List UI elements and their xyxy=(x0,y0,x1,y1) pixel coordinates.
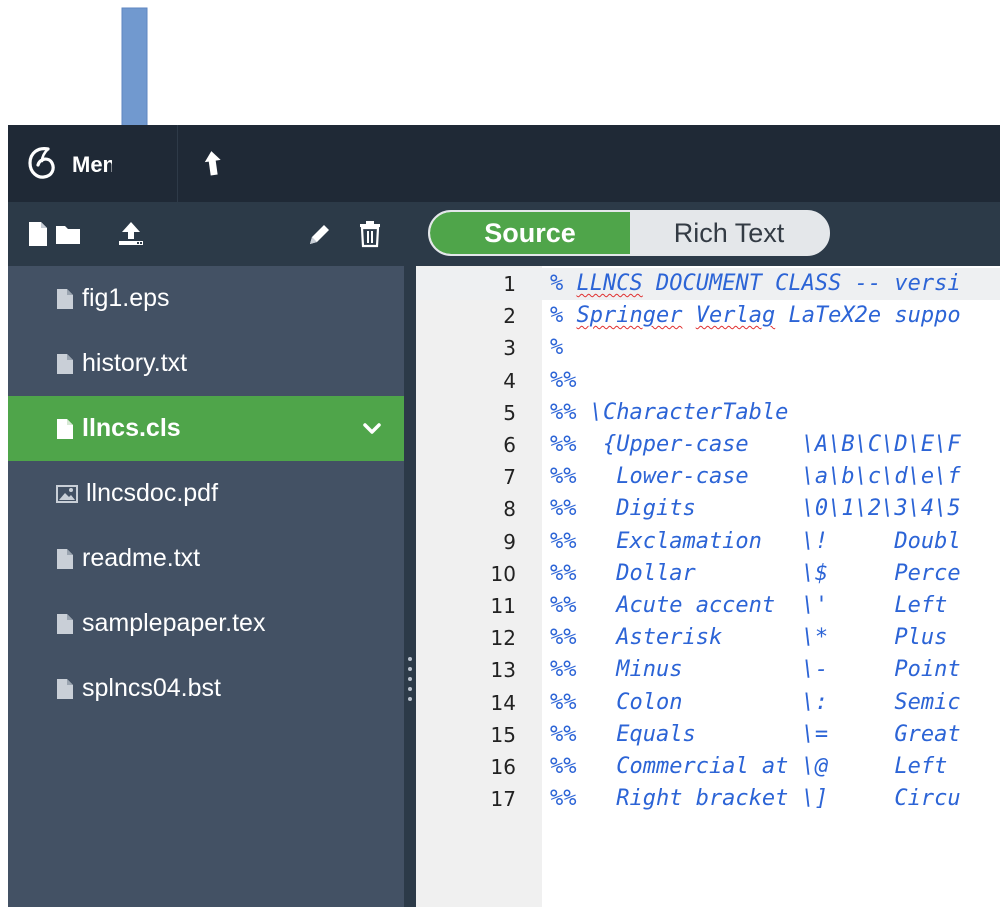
top-header: Menu xyxy=(8,125,1000,202)
new-file-icon[interactable] xyxy=(26,220,50,248)
code-line[interactable]: 17 %% Right bracket \] Circu xyxy=(416,783,1000,815)
upload-icon[interactable] xyxy=(116,220,146,248)
file-name: history.txt xyxy=(82,349,188,377)
file-item-samplepaper-tex[interactable]: samplepaper.tex xyxy=(8,591,404,656)
file-name: llncsdoc.pdf xyxy=(86,479,219,507)
line-number: 3 xyxy=(503,336,516,361)
line-number: 17 xyxy=(490,787,516,812)
image-icon xyxy=(56,484,78,503)
code-line[interactable]: 2 % Springer Verlag LaTeX2e suppo xyxy=(416,300,1000,332)
file-icon xyxy=(57,353,73,374)
menu-button[interactable]: Menu xyxy=(8,125,178,202)
code-text: %% Minus \- Point xyxy=(550,657,961,683)
code-line[interactable]: 7 %% Lower-case \a\b\c\d\e\f xyxy=(416,461,1000,493)
file-name: llncs.cls xyxy=(82,414,181,442)
file-icon xyxy=(57,288,73,309)
file-item-llncs-cls[interactable]: llncs.cls xyxy=(8,396,404,461)
line-number: 15 xyxy=(490,722,516,747)
overleaf-logo-icon xyxy=(28,147,55,179)
line-number: 5 xyxy=(503,400,516,425)
rich-text-mode-button[interactable]: Rich Text xyxy=(630,212,828,254)
file-name: fig1.eps xyxy=(82,284,170,312)
code-text: % xyxy=(550,335,564,361)
file-name: samplepaper.tex xyxy=(82,609,266,637)
line-number: 4 xyxy=(503,368,516,393)
file-name: readme.txt xyxy=(82,544,201,572)
code-text: %% Lower-case \a\b\c\d\e\f xyxy=(550,464,961,490)
code-line[interactable]: 9 %% Exclamation \! Doubl xyxy=(416,526,1000,558)
code-line[interactable]: 8 %% Digits \0\1\2\3\4\5 xyxy=(416,493,1000,525)
code-line[interactable]: 3% xyxy=(416,332,1000,364)
line-number: 11 xyxy=(490,594,516,618)
line-number: 6 xyxy=(503,433,516,457)
code-line[interactable]: 10 %% Dollar \$ Perce xyxy=(416,558,1000,590)
code-line[interactable]: 6 %% {Upper-case \A\B\C\D\E\F xyxy=(416,429,1000,461)
line-number: 12 xyxy=(490,626,516,651)
code-line[interactable]: 1 % LLNCS DOCUMENT CLASS -- versi xyxy=(416,268,1000,301)
code-text: % LLNCS DOCUMENT CLASS -- versi xyxy=(550,271,961,296)
code-text: %% xyxy=(550,367,577,393)
file-item-history-txt[interactable]: history.txt xyxy=(8,331,404,396)
code-line[interactable]: 14 %% Colon \: Semic xyxy=(416,687,1000,719)
rename-icon[interactable] xyxy=(306,220,330,248)
line-number: 7 xyxy=(503,465,516,490)
editor-toolbar: Source Rich Text xyxy=(416,202,1000,266)
menu-label: Menu xyxy=(72,152,112,177)
code-line[interactable]: 16 %% Commercial at \@ Left xyxy=(416,751,1000,783)
code-line[interactable]: 11 %% Acute accent \' Left xyxy=(416,590,1000,622)
code-text: %% {Upper-case \A\B\C\D\E\F xyxy=(550,432,961,457)
line-number: 10 xyxy=(490,561,516,586)
code-text: %% Commercial at \@ Left xyxy=(550,754,961,779)
file-list: fig1.eps history.txt llncs.cls llncsdoc.… xyxy=(8,266,404,721)
line-number: 9 xyxy=(503,529,516,554)
code-line[interactable]: 13 %% Minus \- Point xyxy=(416,654,1000,686)
source-mode-button[interactable]: Source xyxy=(430,212,630,254)
code-text: %% Exclamation \! Doubl xyxy=(550,528,961,554)
code-line[interactable]: 5 %% \CharacterTable xyxy=(416,397,1000,429)
file-item-fig1-eps[interactable]: fig1.eps xyxy=(8,266,404,331)
line-number: 14 xyxy=(490,690,516,715)
code-text: %% Equals \= Great xyxy=(550,721,961,747)
file-icon xyxy=(57,548,73,569)
editor-mode-toggle: Source Rich Text xyxy=(428,210,830,256)
code-text: %% Digits \0\1\2\3\4\5 xyxy=(550,496,961,522)
file-icon xyxy=(57,678,73,699)
code-text: %% \CharacterTable xyxy=(550,399,789,425)
file-icon xyxy=(57,613,73,634)
drag-dots-icon xyxy=(408,657,412,707)
code-text: %% Asterisk \* Plus xyxy=(550,625,961,651)
code-line[interactable]: 15 %% Equals \= Great xyxy=(416,719,1000,751)
file-tree-toolbar xyxy=(8,202,404,266)
code-text: %% Acute accent \' Left xyxy=(550,593,961,618)
file-item-splncs04-bst[interactable]: splncs04.bst xyxy=(8,656,404,721)
up-arrow-icon[interactable] xyxy=(202,147,224,179)
file-item-llncsdoc-pdf[interactable]: llncsdoc.pdf xyxy=(8,461,404,526)
code-line[interactable]: 4%% xyxy=(416,365,1000,397)
line-number: 16 xyxy=(490,755,516,779)
file-name: splncs04.bst xyxy=(82,674,221,702)
code-line[interactable]: 12 %% Asterisk \* Plus xyxy=(416,622,1000,654)
line-number: 8 xyxy=(503,497,516,522)
code-text: %% Dollar \$ Perce xyxy=(550,560,961,586)
file-tree-panel: fig1.eps history.txt llncs.cls llncsdoc.… xyxy=(8,202,404,907)
delete-icon[interactable] xyxy=(358,220,382,248)
code-text: % Springer Verlag LaTeX2e suppo xyxy=(550,303,961,329)
code-editor[interactable]: 1 % LLNCS DOCUMENT CLASS -- versi 2 % Sprin… xyxy=(416,266,1000,907)
line-number: 13 xyxy=(490,658,516,683)
chevron-down-icon[interactable] xyxy=(362,419,382,439)
code-text: %% Right bracket \] Circu xyxy=(550,786,961,812)
new-folder-icon[interactable] xyxy=(54,220,82,248)
file-item-readme-txt[interactable]: readme.txt xyxy=(8,526,404,591)
code-text: %% Colon \: Semic xyxy=(550,689,961,715)
line-number: 2 xyxy=(503,304,516,329)
file-icon xyxy=(57,418,73,439)
panel-resize-handle[interactable] xyxy=(404,202,416,907)
line-number: 1 xyxy=(503,272,516,296)
